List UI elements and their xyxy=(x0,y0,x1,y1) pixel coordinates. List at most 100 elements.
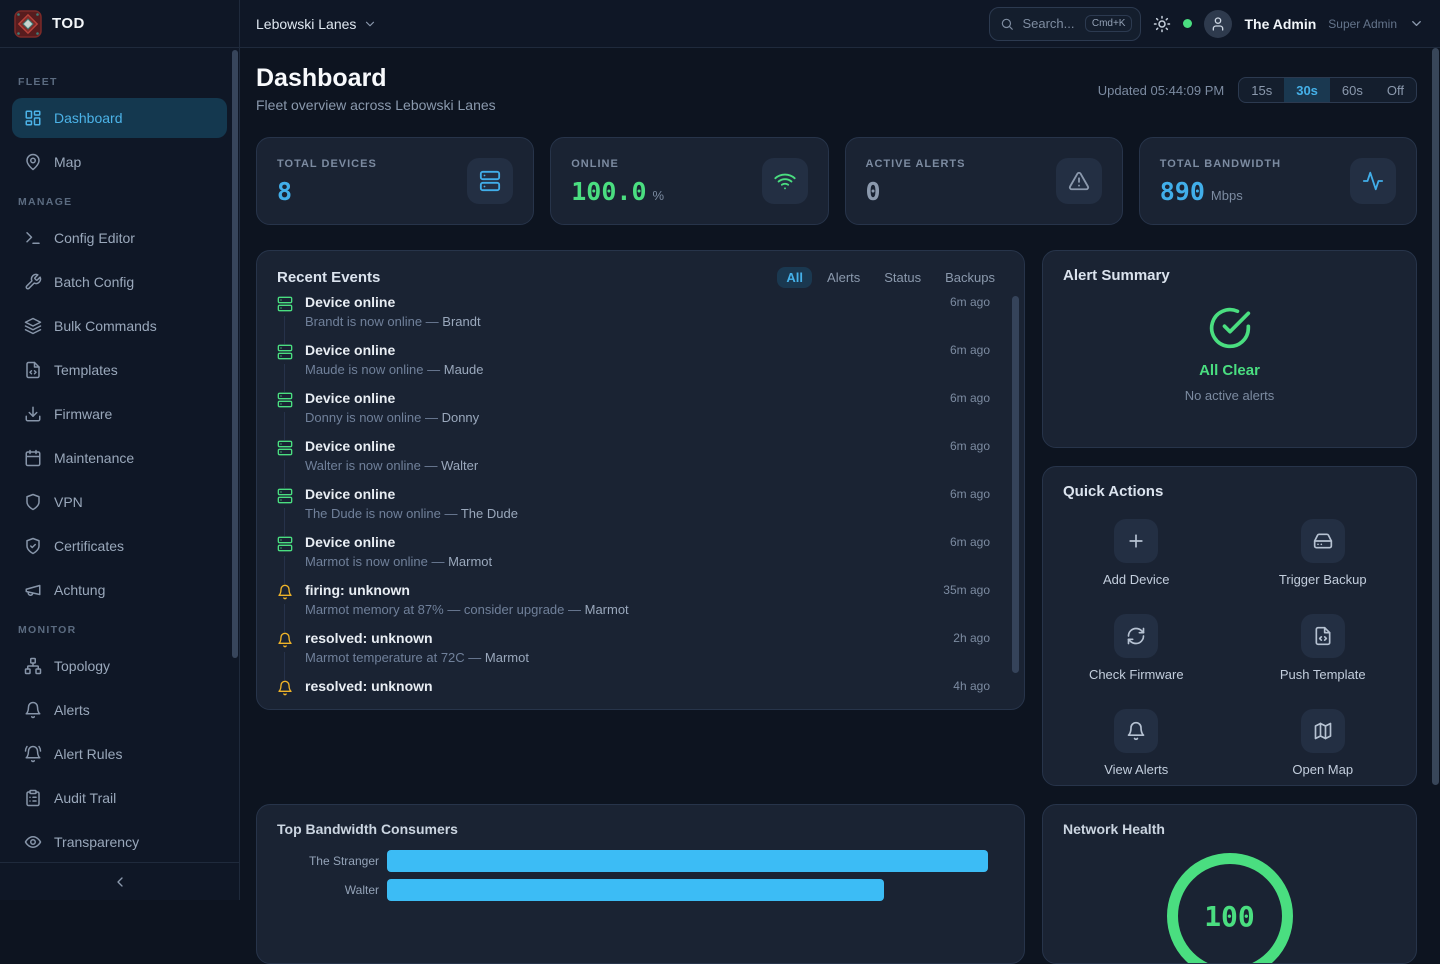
event-row[interactable]: Device online Maude is now online — Maude… xyxy=(277,342,1004,390)
bell-ring-icon xyxy=(24,745,42,763)
sidebar-item-alerts[interactable]: Alerts xyxy=(12,690,227,730)
event-row[interactable]: Device onlineWalter is now online — Walt… xyxy=(277,438,1004,486)
sidebar-item-config-editor[interactable]: Config Editor xyxy=(12,218,227,258)
sidebar-item-alert-rules[interactable]: Alert Rules xyxy=(12,734,227,774)
bell-icon xyxy=(277,680,293,700)
server-icon xyxy=(479,170,501,192)
server-icon xyxy=(277,488,293,508)
event-description: Donny is now online — Donny xyxy=(305,410,479,425)
quick-action-open-map[interactable]: Open Map xyxy=(1230,709,1417,777)
chevron-left-icon xyxy=(112,874,128,890)
layers-icon xyxy=(24,317,42,335)
event-row[interactable]: resolved: unknown4h ago xyxy=(277,678,1004,706)
quick-action-label: Trigger Backup xyxy=(1279,572,1367,587)
sidebar-item-map[interactable]: Map xyxy=(12,142,227,182)
quick-actions-grid: Add Device Trigger Backup Check Firmware Pu… xyxy=(1043,519,1416,777)
refresh-icon xyxy=(1126,626,1146,646)
calendar-icon xyxy=(24,449,42,467)
event-row[interactable]: Device onlineBrandt is now online — Bran… xyxy=(277,294,1004,342)
quick-action-view-alerts[interactable]: View Alerts xyxy=(1043,709,1230,777)
sidebar-scrollbar[interactable] xyxy=(232,50,238,658)
sidebar-item-certificates[interactable]: Certificates xyxy=(12,526,227,566)
bandwidth-title: Top Bandwidth Consumers xyxy=(257,805,1024,837)
event-row[interactable]: firing: unknownMarmot memory at 87% — co… xyxy=(277,582,1004,630)
event-title: Device online xyxy=(305,486,395,502)
bandwidth-device-label: Walter xyxy=(257,883,387,897)
sidebar-item-bulk-commands[interactable]: Bulk Commands xyxy=(12,306,227,346)
topology-icon xyxy=(24,657,42,675)
quick-action-label: Check Firmware xyxy=(1089,667,1184,682)
sidebar-item-firmware[interactable]: Firmware xyxy=(12,394,227,434)
sidebar: FLEETDashboardMapMANAGEConfig EditorBatc… xyxy=(0,48,240,900)
dashboard-icon xyxy=(24,109,42,127)
sidebar-item-vpn[interactable]: VPN xyxy=(12,482,227,522)
bell-icon xyxy=(24,701,42,719)
search-input[interactable]: Search... Cmd+K xyxy=(989,7,1141,41)
event-title: Device online xyxy=(305,438,395,454)
sidebar-item-transparency[interactable]: Transparency xyxy=(12,822,227,862)
sidebar-item-audit-trail[interactable]: Audit Trail xyxy=(12,778,227,818)
stat-value: 890 xyxy=(1160,179,1205,204)
refresh-option-off[interactable]: Off xyxy=(1375,78,1416,102)
theme-toggle-sun-icon[interactable] xyxy=(1153,15,1171,33)
check-circle-icon xyxy=(1208,306,1252,350)
sidebar-item-label: Templates xyxy=(54,362,118,378)
event-filter-tab-status[interactable]: Status xyxy=(875,267,930,288)
event-list-scrollbar[interactable] xyxy=(1012,296,1019,673)
sidebar-item-maintenance[interactable]: Maintenance xyxy=(12,438,227,478)
network-health-value: 100 xyxy=(1204,900,1255,933)
event-filter-tab-backups[interactable]: Backups xyxy=(936,267,1004,288)
sidebar-item-dashboard[interactable]: Dashboard xyxy=(12,98,227,138)
page-title: Dashboard xyxy=(256,64,387,93)
quick-action-add-device[interactable]: Add Device xyxy=(1043,519,1230,587)
event-time: 6m ago xyxy=(950,535,990,549)
quick-action-push-template[interactable]: Push Template xyxy=(1230,614,1417,682)
avatar[interactable] xyxy=(1204,10,1232,38)
quick-action-trigger-backup[interactable]: Trigger Backup xyxy=(1230,519,1417,587)
org-selector[interactable]: Lebowski Lanes xyxy=(256,16,377,32)
map-pin-icon xyxy=(24,153,42,171)
event-time: 6m ago xyxy=(950,439,990,453)
event-filter-tab-alerts[interactable]: Alerts xyxy=(818,267,869,288)
server-icon xyxy=(277,536,293,556)
refresh-option-60s[interactable]: 60s xyxy=(1330,78,1375,102)
page-scrollbar[interactable] xyxy=(1432,48,1439,785)
alert-detail-text: No active alerts xyxy=(1185,388,1275,403)
refresh-option-15s[interactable]: 15s xyxy=(1239,78,1284,102)
event-row[interactable]: resolved: unknownMarmot temperature at 7… xyxy=(277,630,1004,678)
event-row[interactable]: Device onlineMarmot is now online — Marm… xyxy=(277,534,1004,582)
stats-row: TOTAL DEVICES8ONLINE100.0%ACTIVE ALERTS0… xyxy=(256,137,1417,225)
event-device: Donny xyxy=(442,410,480,425)
event-row[interactable]: Device onlineThe Dude is now online — Th… xyxy=(277,486,1004,534)
event-time: 6m ago xyxy=(950,487,990,501)
quick-action-label: Open Map xyxy=(1292,762,1353,777)
quick-action-check-firmware[interactable]: Check Firmware xyxy=(1043,614,1230,682)
bandwidth-chart: The StrangerWalter xyxy=(257,850,1024,901)
sidebar-item-label: Topology xyxy=(54,658,110,674)
refresh-option-30s[interactable]: 30s xyxy=(1284,78,1330,102)
user-menu-chevron-down-icon[interactable] xyxy=(1409,16,1424,31)
event-description: Maude is now online — Maude xyxy=(305,362,484,377)
sidebar-item-topology[interactable]: Topology xyxy=(12,646,227,686)
event-row[interactable]: Device online Donny is now online — Donny… xyxy=(277,390,1004,438)
stat-label: ACTIVE ALERTS xyxy=(866,158,966,170)
event-title: firing: unknown xyxy=(305,582,410,598)
alert-triangle-icon xyxy=(1068,170,1090,192)
event-filter-tab-all[interactable]: All xyxy=(777,267,812,288)
wrench-icon xyxy=(24,273,42,291)
page-subtitle: Fleet overview across Lebowski Lanes xyxy=(256,97,496,113)
sidebar-item-achtung[interactable]: Achtung xyxy=(12,570,227,610)
event-title: Device online xyxy=(305,390,395,406)
quick-action-label: Add Device xyxy=(1103,572,1169,587)
sidebar-item-batch-config[interactable]: Batch Config xyxy=(12,262,227,302)
event-title: Device online xyxy=(305,342,395,358)
sidebar-item-label: Audit Trail xyxy=(54,790,116,806)
sidebar-collapse-button[interactable] xyxy=(0,862,239,900)
stat-unit: Mbps xyxy=(1211,189,1243,202)
connection-status-dot xyxy=(1183,19,1192,28)
server-icon xyxy=(277,296,293,316)
server-icon xyxy=(277,344,293,364)
hard-drive-icon xyxy=(1313,531,1333,551)
sidebar-item-label: Bulk Commands xyxy=(54,318,157,334)
sidebar-item-templates[interactable]: Templates xyxy=(12,350,227,390)
